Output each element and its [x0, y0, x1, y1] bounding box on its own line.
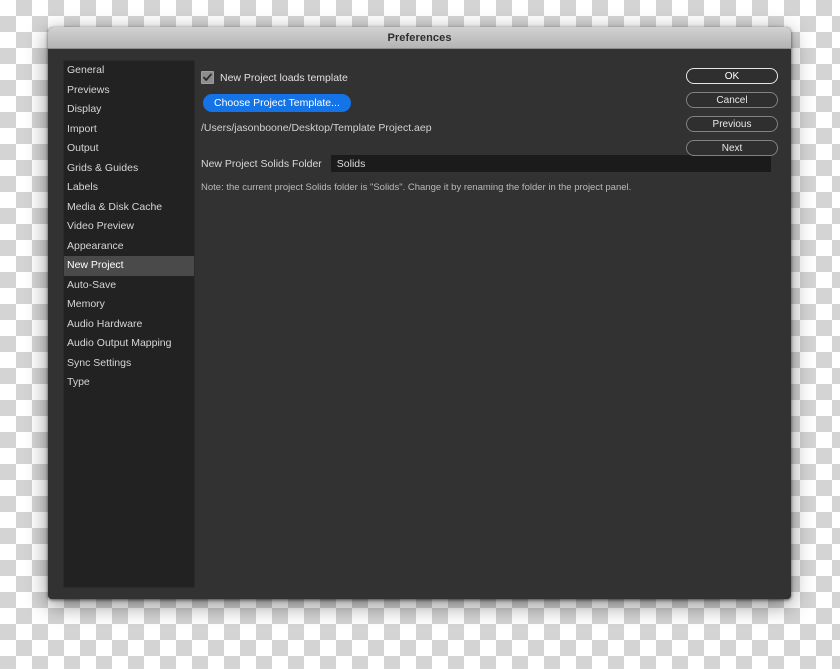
dialog-title: Preferences [387, 31, 452, 44]
sidebar-item-auto-save[interactable]: Auto-Save [64, 276, 194, 296]
new-project-solids-folder-label: New Project Solids Folder [201, 157, 322, 170]
preferences-category-list[interactable]: General Previews Display Import Output Grids … [63, 60, 195, 588]
new-project-loads-template-row[interactable]: New Project loads template [201, 71, 348, 84]
sidebar-item-label: Appearance [67, 239, 124, 252]
sidebar-item-label: New Project [67, 259, 124, 271]
checkmark-icon [203, 73, 212, 81]
cancel-button[interactable]: Cancel [686, 92, 778, 108]
solids-folder-note: Note: the current project Solids folder … [201, 182, 632, 193]
sidebar-item-audio-output-mapping[interactable]: Audio Output Mapping [64, 334, 194, 354]
ok-button[interactable]: OK [686, 68, 778, 84]
template-path-text: /Users/jasonboone/Desktop/Template Proje… [201, 122, 432, 134]
sidebar-item-label: Display [67, 103, 102, 115]
sidebar-item-label: Grids & Guides [67, 161, 139, 174]
sidebar-item-sync-settings[interactable]: Sync Settings [64, 354, 194, 374]
sidebar-item-label: Video Preview [67, 220, 134, 232]
sidebar-item-label: Import [67, 122, 97, 135]
sidebar-item-output[interactable]: Output [64, 139, 194, 159]
sidebar-item-label: Labels [67, 181, 98, 193]
sidebar-item-display[interactable]: Display [64, 100, 194, 120]
new-project-loads-template-checkbox[interactable] [201, 71, 214, 84]
sidebar-item-audio-hardware[interactable]: Audio Hardware [64, 315, 194, 335]
sidebar-item-label: Output [67, 142, 99, 154]
sidebar-item-label: Audio Output Mapping [67, 337, 172, 349]
choose-project-template-button[interactable]: Choose Project Template... [203, 94, 351, 112]
previous-button[interactable]: Previous [686, 116, 778, 132]
preferences-dialog: Preferences General Previews Display Import… [48, 27, 791, 599]
sidebar-item-memory[interactable]: Memory [64, 295, 194, 315]
sidebar-item-label: Previews [67, 83, 110, 96]
sidebar-item-previews[interactable]: Previews [64, 81, 194, 101]
dialog-button-column: OK Cancel Previous Next [686, 68, 778, 156]
sidebar-item-video-preview[interactable]: Video Preview [64, 217, 194, 237]
sidebar-item-label: General [67, 64, 105, 76]
sidebar-item-label: Type [67, 376, 90, 388]
new-project-solids-folder-input[interactable] [330, 155, 771, 172]
sidebar-item-label: Auto-Save [67, 278, 117, 291]
sidebar-item-label: Sync Settings [67, 356, 132, 369]
sidebar-item-media-disk-cache[interactable]: Media & Disk Cache [64, 198, 194, 218]
sidebar-item-appearance[interactable]: Appearance [64, 237, 194, 257]
sidebar-item-new-project[interactable]: New Project [64, 256, 194, 276]
new-project-panel: New Project loads template Choose Projec… [200, 60, 779, 588]
sidebar-item-labels[interactable]: Labels [64, 178, 194, 198]
dialog-body: General Previews Display Import Output Grids … [48, 49, 791, 599]
sidebar-item-grids-guides[interactable]: Grids & Guides [64, 159, 194, 179]
sidebar-item-label: Audio Hardware [67, 317, 143, 330]
next-button[interactable]: Next [686, 140, 778, 156]
sidebar-item-general[interactable]: General [64, 61, 194, 81]
sidebar-item-import[interactable]: Import [64, 120, 194, 140]
dialog-titlebar: Preferences [48, 27, 791, 49]
sidebar-item-type[interactable]: Type [64, 373, 194, 393]
new-project-loads-template-label: New Project loads template [220, 71, 348, 84]
sidebar-item-label: Media & Disk Cache [67, 200, 163, 213]
new-project-solids-folder-row: New Project Solids Folder [201, 155, 771, 172]
sidebar-item-label: Memory [67, 298, 105, 310]
